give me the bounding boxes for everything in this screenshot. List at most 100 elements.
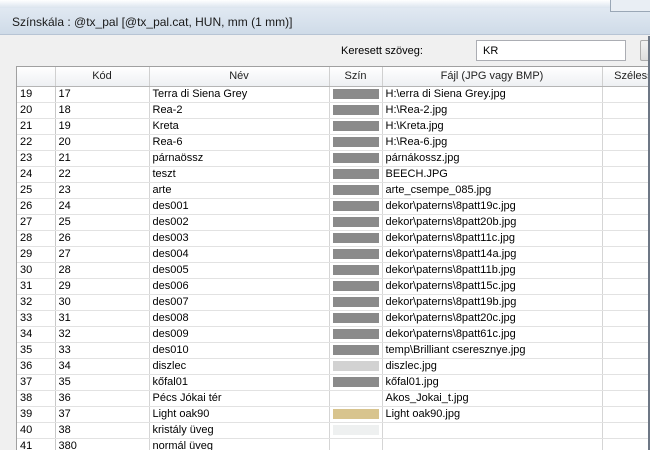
- code-cell[interactable]: 33: [55, 342, 150, 359]
- name-cell[interactable]: teszt: [149, 166, 330, 183]
- table-row[interactable]: 3937Light oak90 Light oak90.jpg1: [17, 406, 650, 423]
- code-cell[interactable]: 32: [55, 326, 150, 343]
- color-cell[interactable]: [329, 422, 383, 439]
- row-number-cell[interactable]: 32: [17, 294, 56, 311]
- table-row[interactable]: 2119Kreta H:\Kreta.jpg1: [17, 118, 650, 135]
- color-cell[interactable]: [329, 230, 383, 247]
- color-cell[interactable]: [329, 294, 383, 311]
- table-row[interactable]: 2220Rea-6 H:\Rea-6.jpg1: [17, 134, 650, 151]
- table-row[interactable]: 3533des010 temp\Brilliant cseresznye.jpg5: [17, 342, 650, 359]
- name-cell[interactable]: Kreta: [149, 118, 330, 135]
- width-cell[interactable]: 1: [602, 86, 650, 103]
- file-cell[interactable]: dekor\paterns\8patt11c.jpg: [382, 230, 603, 247]
- name-cell[interactable]: des009: [149, 326, 330, 343]
- name-cell[interactable]: Rea-6: [149, 134, 330, 151]
- row-number-cell[interactable]: 25: [17, 182, 56, 199]
- name-cell[interactable]: des010: [149, 342, 330, 359]
- name-cell[interactable]: des006: [149, 278, 330, 295]
- color-cell[interactable]: [329, 406, 383, 423]
- code-cell[interactable]: 18: [55, 102, 150, 119]
- name-cell[interactable]: Terra di Siena Grey: [149, 86, 330, 103]
- width-cell[interactable]: 1: [602, 406, 650, 423]
- color-cell[interactable]: [329, 86, 383, 103]
- color-cell[interactable]: [329, 358, 383, 375]
- row-number-cell[interactable]: 30: [17, 262, 56, 279]
- code-cell[interactable]: 25: [55, 214, 150, 231]
- name-cell[interactable]: Rea-2: [149, 102, 330, 119]
- row-number-cell[interactable]: 23: [17, 150, 56, 167]
- header-width[interactable]: Szélesség: [602, 67, 650, 87]
- row-number-cell[interactable]: 40: [17, 422, 56, 439]
- color-cell[interactable]: [329, 310, 383, 327]
- file-cell[interactable]: dekor\paterns\8patt15c.jpg: [382, 278, 603, 295]
- code-cell[interactable]: 28: [55, 262, 150, 279]
- table-row[interactable]: 3230des007 dekor\paterns\8patt19b.jpg4: [17, 294, 650, 311]
- width-cell[interactable]: 10: [602, 438, 650, 450]
- header-code[interactable]: Kód: [55, 67, 150, 87]
- width-cell[interactable]: 1: [602, 358, 650, 375]
- row-number-cell[interactable]: 33: [17, 310, 56, 327]
- table-row[interactable]: 4038kristály üveg 10: [17, 422, 650, 439]
- name-cell[interactable]: diszlec: [149, 358, 330, 375]
- name-cell[interactable]: des004: [149, 246, 330, 263]
- code-cell[interactable]: 26: [55, 230, 150, 247]
- header-rownum[interactable]: [17, 67, 56, 87]
- code-cell[interactable]: 27: [55, 246, 150, 263]
- row-number-cell[interactable]: 22: [17, 134, 56, 151]
- color-cell[interactable]: [329, 118, 383, 135]
- color-cell[interactable]: [329, 198, 383, 215]
- color-cell[interactable]: [329, 326, 383, 343]
- width-cell[interactable]: 4: [602, 294, 650, 311]
- palette-grid[interactable]: Kód Név Szín Fájl (JPG vagy BMP) Széless…: [16, 66, 650, 450]
- width-cell[interactable]: [602, 150, 650, 167]
- code-cell[interactable]: 17: [55, 86, 150, 103]
- width-cell[interactable]: 1: [602, 102, 650, 119]
- width-cell[interactable]: 1: [602, 214, 650, 231]
- code-cell[interactable]: 29: [55, 278, 150, 295]
- width-cell[interactable]: 1: [602, 118, 650, 135]
- table-row[interactable]: 38 36 Pécs Jókai tér Akos_Jokai_t.jpg: [17, 390, 650, 407]
- file-cell[interactable]: dekor\paterns\8patt19b.jpg: [382, 294, 603, 311]
- code-cell[interactable]: 38: [55, 422, 150, 439]
- table-row[interactable]: 3634diszlec diszlec.jpg1: [17, 358, 650, 375]
- color-cell[interactable]: [329, 390, 383, 407]
- color-cell[interactable]: [329, 102, 383, 119]
- name-cell[interactable]: des007: [149, 294, 330, 311]
- file-cell[interactable]: dekor\paterns\8patt11b.jpg: [382, 262, 603, 279]
- code-cell[interactable]: 380: [55, 438, 150, 450]
- table-row[interactable]: 2018Rea-2 H:\Rea-2.jpg1: [17, 102, 650, 119]
- row-number-cell[interactable]: 31: [17, 278, 56, 295]
- row-number-cell[interactable]: 34: [17, 326, 56, 343]
- code-cell[interactable]: 36: [55, 390, 150, 407]
- table-row[interactable]: 3129des006 dekor\paterns\8patt15c.jpg1: [17, 278, 650, 295]
- row-number-cell[interactable]: 35: [17, 342, 56, 359]
- file-cell[interactable]: dekor\paterns\8patt19c.jpg: [382, 198, 603, 215]
- row-number-cell[interactable]: 39: [17, 406, 56, 423]
- code-cell[interactable]: 21: [55, 150, 150, 167]
- file-cell[interactable]: H:\Rea-2.jpg: [382, 102, 603, 119]
- search-input[interactable]: [476, 40, 626, 61]
- table-row[interactable]: 3735kőfal01 kőfal01.jpg10: [17, 374, 650, 391]
- row-number-cell[interactable]: 28: [17, 230, 56, 247]
- name-cell[interactable]: Light oak90: [149, 406, 330, 423]
- color-cell[interactable]: [329, 278, 383, 295]
- code-cell[interactable]: 19: [55, 118, 150, 135]
- file-cell[interactable]: dekor\paterns\8patt20b.jpg: [382, 214, 603, 231]
- name-cell[interactable]: Pécs Jókai tér: [149, 390, 330, 407]
- table-row[interactable]: 2826des003 dekor\paterns\8patt11c.jpg1: [17, 230, 650, 247]
- code-cell[interactable]: 31: [55, 310, 150, 327]
- color-cell[interactable]: [329, 246, 383, 263]
- row-number-cell[interactable]: 20: [17, 102, 56, 119]
- width-cell[interactable]: 10: [602, 166, 650, 183]
- table-row[interactable]: 41380normál üveg 10: [17, 438, 650, 450]
- name-cell[interactable]: kőfal01: [149, 374, 330, 391]
- table-row[interactable]: 2523arte arte_csempe_085.jpg1: [17, 182, 650, 199]
- table-row[interactable]: 2725des002 dekor\paterns\8patt20b.jpg1: [17, 214, 650, 231]
- color-cell[interactable]: [329, 150, 383, 167]
- color-cell[interactable]: [329, 262, 383, 279]
- header-color[interactable]: Szín: [329, 67, 383, 87]
- table-row[interactable]: 3331des008 dekor\paterns\8patt20c.jpg1: [17, 310, 650, 327]
- width-cell[interactable]: [602, 390, 650, 407]
- file-cell[interactable]: dekor\paterns\8patt14a.jpg: [382, 246, 603, 263]
- table-row[interactable]: 19 17 Terra di Siena Grey H:\erra di Siena …: [17, 86, 650, 103]
